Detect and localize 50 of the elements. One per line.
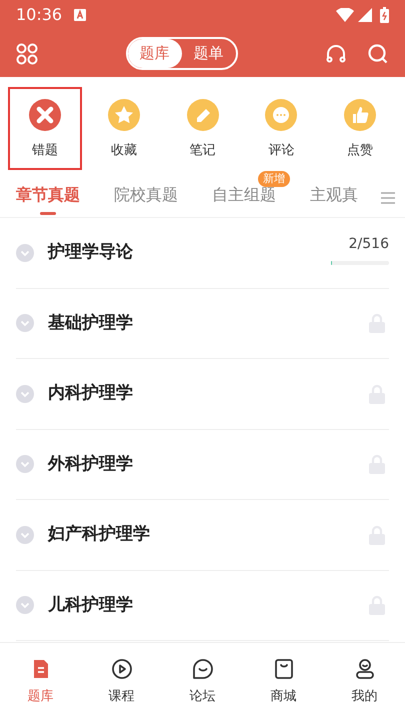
chapter-title: 外科护理学 <box>48 452 133 476</box>
chevron-down-icon <box>16 526 34 544</box>
segment-tab[interactable]: 题库 <box>128 39 182 68</box>
chat-bubble-icon <box>190 656 214 681</box>
nav-tab[interactable]: 题库 <box>0 656 81 706</box>
shortcut-button[interactable]: 评论 <box>244 87 318 170</box>
grid-menu-icon[interactable] <box>16 42 38 64</box>
signal-icon <box>358 8 372 22</box>
chapter-row[interactable]: 儿科护理学 <box>16 570 389 641</box>
wifi-icon <box>336 8 354 22</box>
category-tab[interactable]: 主观真 <box>310 183 358 217</box>
chevron-down-icon <box>16 455 34 474</box>
headphones-icon[interactable] <box>325 42 347 64</box>
thumbs-up-icon <box>342 96 378 133</box>
pencil-icon <box>184 96 220 133</box>
chevron-down-icon <box>16 384 34 403</box>
nav-tab[interactable]: 论坛 <box>162 656 243 706</box>
chapter-row[interactable]: 外科护理学 <box>16 430 389 500</box>
close-icon <box>27 96 63 133</box>
chevron-down-icon <box>16 596 34 614</box>
menu-icon[interactable] <box>381 192 395 204</box>
battery-icon <box>380 7 389 23</box>
chapter-title: 护理学导论 <box>48 241 133 264</box>
chapter-row[interactable]: 基础护理学 <box>16 288 389 359</box>
nav-tab[interactable]: 课程 <box>81 656 162 706</box>
chevron-down-icon <box>16 314 34 332</box>
progress-count: 2/516 <box>348 235 389 254</box>
segment-tab[interactable]: 题单 <box>182 39 236 68</box>
chapter-title: 儿科护理学 <box>48 594 133 616</box>
chapter-row[interactable]: 内科护理学 <box>16 359 389 430</box>
nav-tab[interactable]: 我的 <box>324 656 405 706</box>
nav-tab[interactable]: 商城 <box>243 656 324 706</box>
speech-bubble-icon <box>263 96 300 133</box>
chapter-title: 内科护理学 <box>48 382 133 405</box>
shortcut-button[interactable]: 点赞 <box>323 87 397 170</box>
chapter-title: 基础护理学 <box>48 312 133 334</box>
chapter-row[interactable]: 妇产科护理学 <box>16 500 389 570</box>
category-tab[interactable]: 章节真题 <box>16 183 80 217</box>
chapter-row[interactable]: 护理学导论 2/516 <box>16 218 389 288</box>
play-icon <box>110 656 134 681</box>
shortcut-button[interactable]: 错题 <box>8 87 82 170</box>
category-tab[interactable]: 院校真题 <box>114 183 178 217</box>
status-time: 10:36 <box>16 4 62 26</box>
shortcut-button[interactable]: 笔记 <box>166 87 240 170</box>
shortcut-button[interactable]: 收藏 <box>86 87 161 170</box>
chapter-title: 妇产科护理学 <box>48 523 150 546</box>
search-icon[interactable] <box>367 42 389 64</box>
new-badge: 新增 <box>258 171 290 187</box>
notification-icon <box>74 9 86 21</box>
chevron-down-icon <box>16 244 34 262</box>
